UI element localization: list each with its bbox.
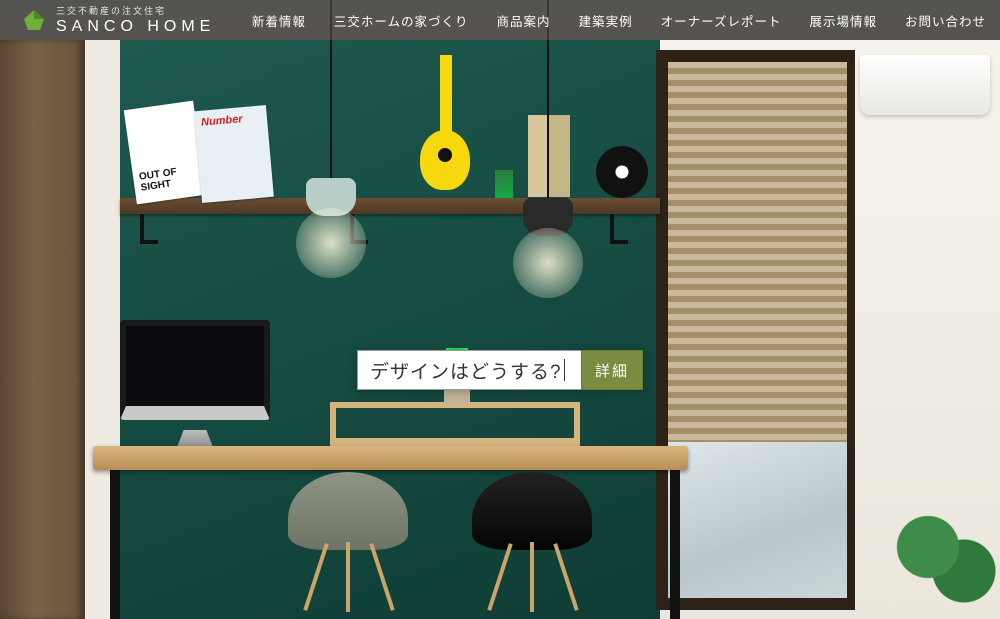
- top-nav-bar: 三交不動産の注文住宅 SANCO HOME 新着情報 三交ホームの家づくり 商品…: [0, 0, 1000, 40]
- nav-link-showrooms[interactable]: 展示場情報: [795, 0, 891, 40]
- shelf-bracket: [140, 214, 158, 244]
- main-nav: 新着情報 三交ホームの家づくり 商品案内 建築実例 オーナーズレポート 展示場情…: [238, 0, 1000, 40]
- window-blinds: [668, 62, 847, 442]
- plant-icon: [495, 170, 513, 198]
- decor-magazine: [194, 105, 274, 203]
- desk-leg: [670, 470, 680, 619]
- record-icon: [596, 146, 648, 198]
- nav-link-contact[interactable]: お問い合わせ: [891, 0, 1000, 40]
- imac-icon: [120, 320, 270, 420]
- chair: [462, 432, 602, 602]
- lamp-glow: [513, 228, 583, 298]
- desk-leg: [110, 470, 120, 619]
- lamp-glow: [296, 208, 366, 278]
- hero-search-text: デザインはどうする?: [370, 357, 562, 384]
- hero-search-input[interactable]: デザインはどうする?: [357, 350, 581, 390]
- nav-link-building[interactable]: 三交ホームの家づくり: [320, 0, 483, 40]
- hero-detail-button[interactable]: 詳細: [581, 350, 643, 390]
- floor-plant: [880, 499, 1000, 619]
- decor-box: [528, 115, 570, 197]
- hero-background: [0, 0, 1000, 619]
- air-conditioner: [860, 55, 990, 115]
- chair: [278, 432, 418, 602]
- brand-tagline: 三交不動産の注文住宅: [56, 4, 215, 17]
- shelf-bracket: [610, 214, 628, 244]
- nav-link-news[interactable]: 新着情報: [238, 0, 320, 40]
- nav-link-works[interactable]: 建築実例: [565, 0, 647, 40]
- ukulele-neck: [440, 55, 452, 135]
- ukulele-icon: [420, 130, 470, 190]
- window-glass: [668, 442, 847, 598]
- house-logo-icon: [22, 8, 46, 32]
- text-cursor-icon: [564, 359, 565, 381]
- brand-name: SANCO HOME: [56, 18, 215, 36]
- brand-block[interactable]: 三交不動産の注文住宅 SANCO HOME: [0, 4, 215, 36]
- nav-link-products[interactable]: 商品案内: [483, 0, 565, 40]
- window-frame: [656, 50, 859, 610]
- nav-link-owners[interactable]: オーナーズレポート: [647, 0, 796, 40]
- wood-door: [0, 40, 85, 619]
- hero-search: デザインはどうする? 詳細: [357, 350, 643, 390]
